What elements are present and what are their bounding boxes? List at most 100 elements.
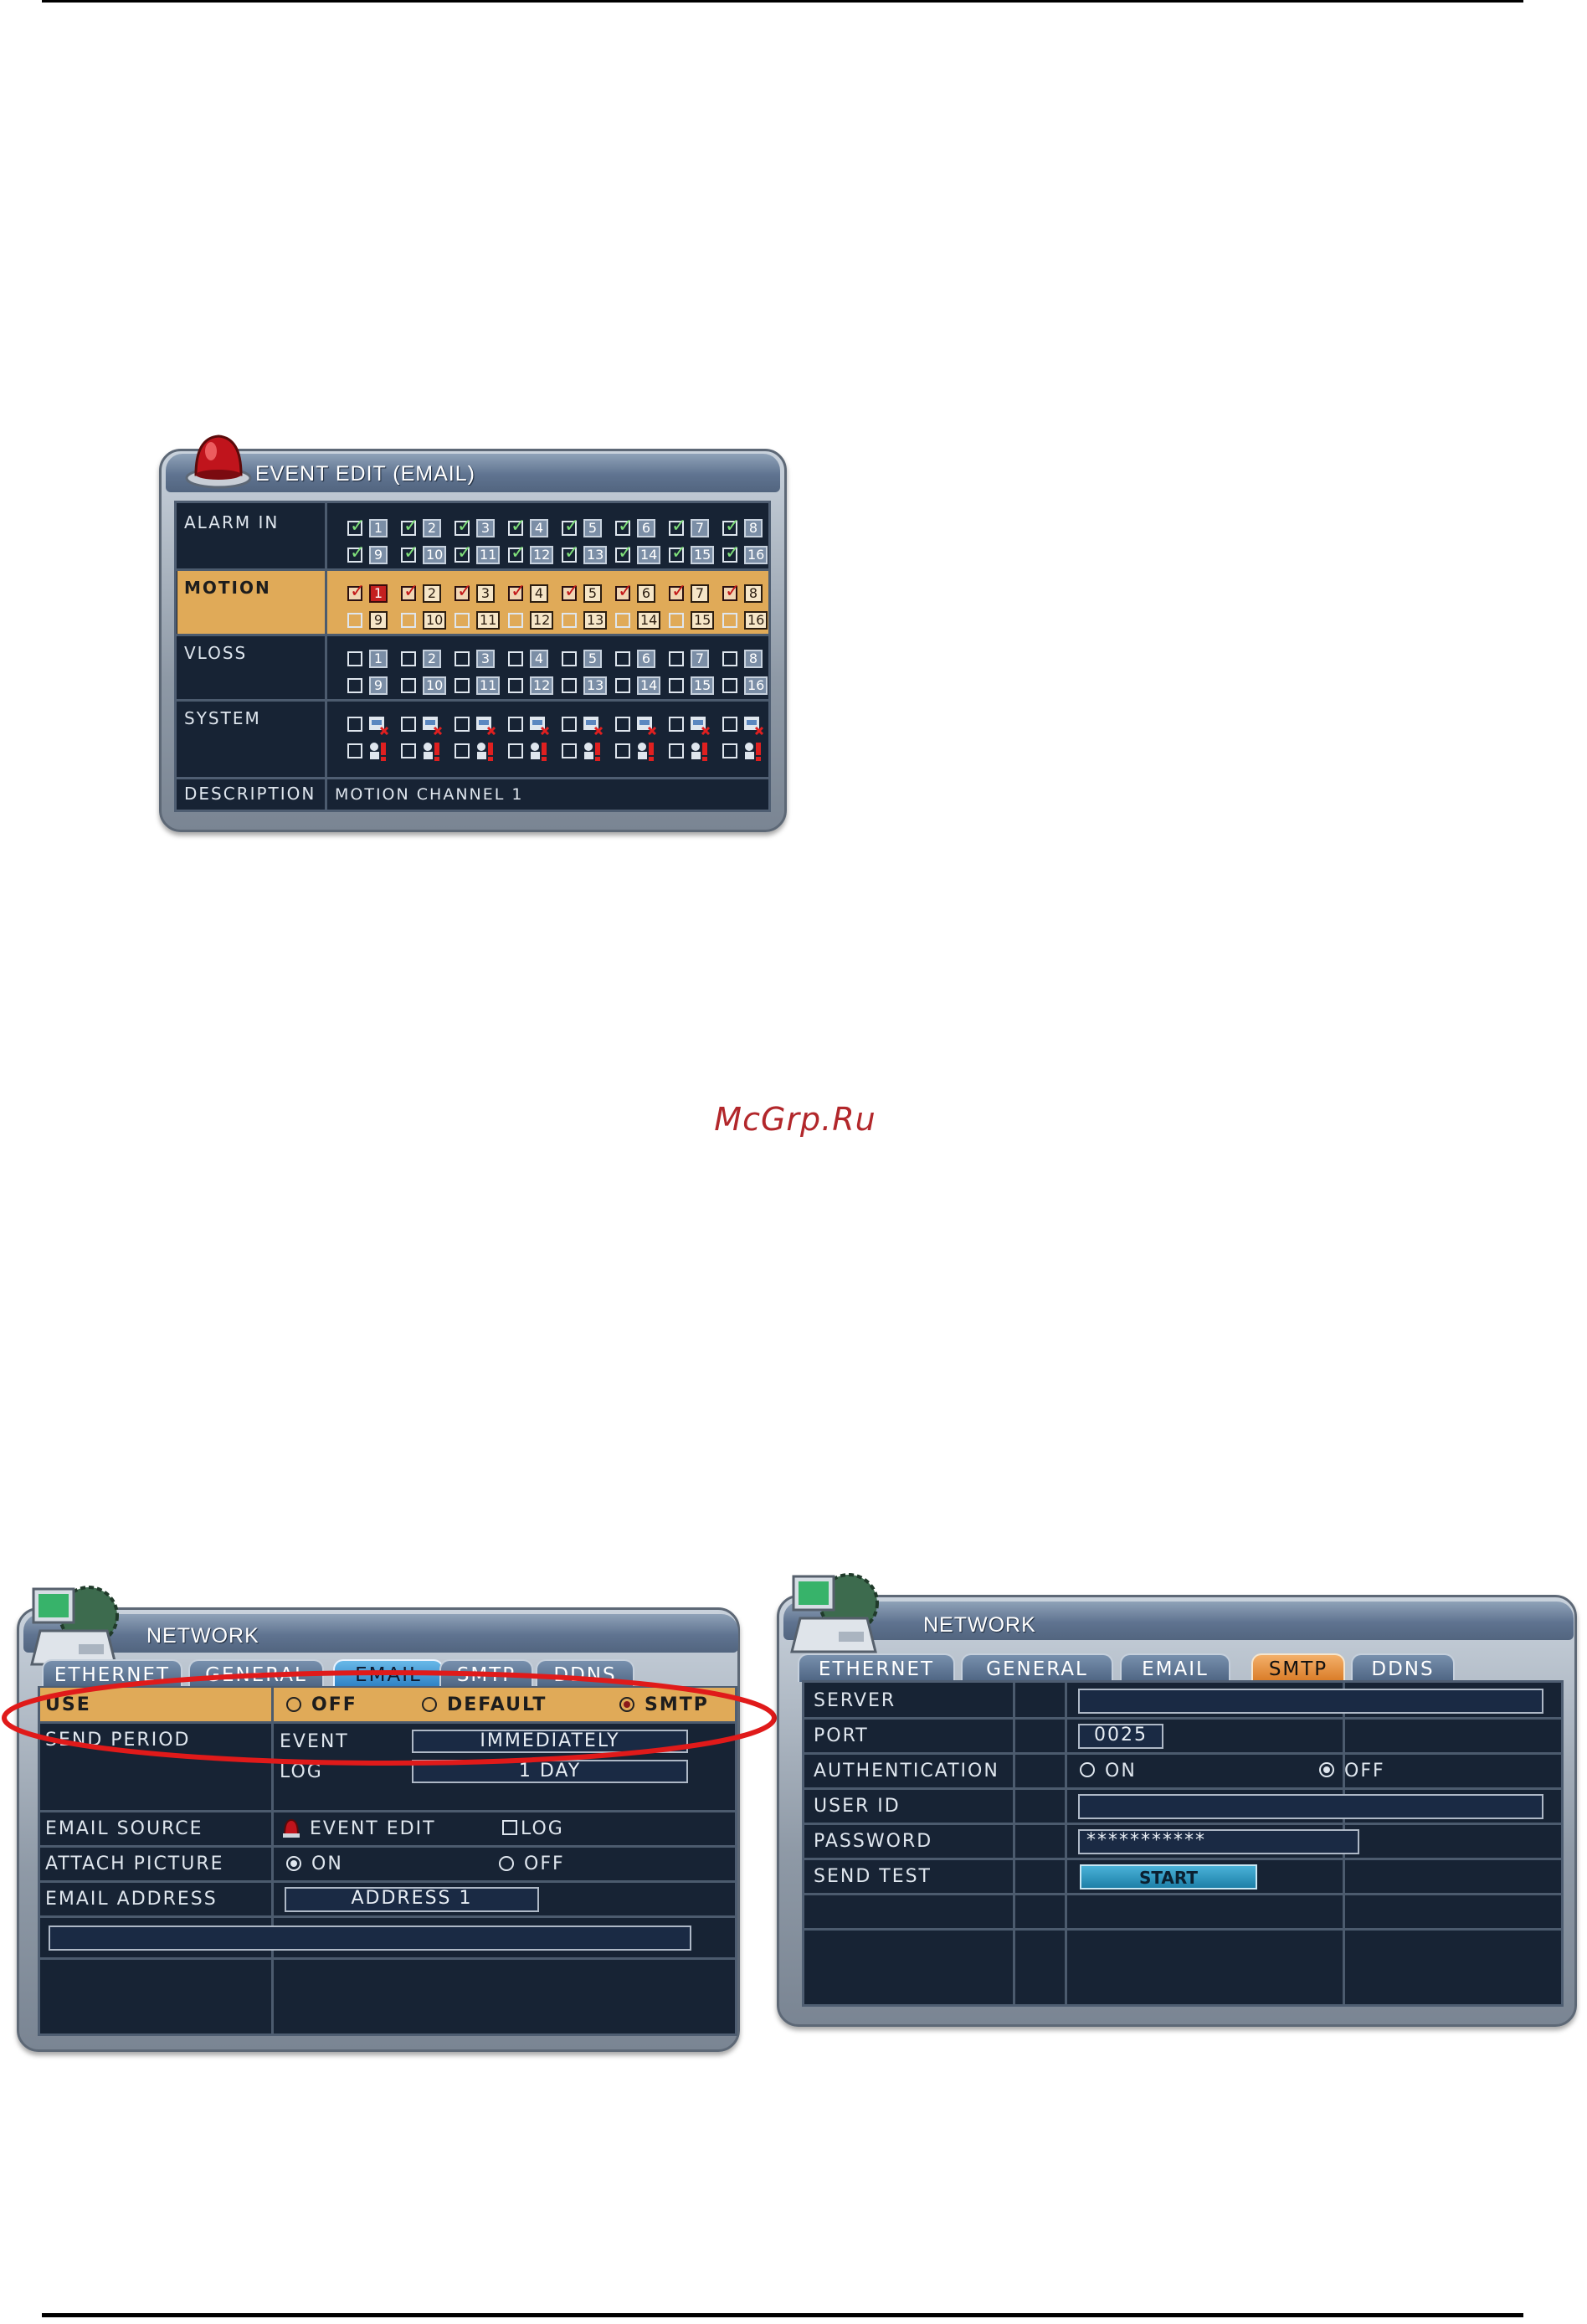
channel-checkbox[interactable]	[722, 743, 737, 758]
channel-checkbox[interactable]	[615, 542, 633, 563]
channel-checkbox[interactable]	[562, 717, 577, 732]
alert-error-icon	[367, 740, 389, 762]
password-input[interactable]: ***********	[1078, 1829, 1359, 1854]
event-edit-window: EVENT EDIT (EMAIL) ALARM IN MOTION VLOSS…	[159, 419, 787, 837]
attach-on-radio[interactable]	[286, 1856, 301, 1871]
channel-checkbox[interactable]	[401, 516, 419, 537]
alert-error-icon	[689, 740, 711, 762]
channel-checkbox[interactable]	[455, 717, 470, 732]
channel-number: 5	[583, 584, 602, 603]
channel-checkbox[interactable]	[562, 613, 577, 628]
channel-checkbox[interactable]	[455, 651, 470, 666]
channel-checkbox[interactable]	[347, 516, 365, 537]
channel-number: 14	[637, 611, 661, 630]
channel-number: 1	[369, 519, 388, 537]
channel-checkbox[interactable]	[562, 651, 577, 666]
channel-checkbox[interactable]	[347, 743, 362, 758]
tab-ethernet[interactable]: ETHERNET	[798, 1653, 955, 1682]
channel-checkbox[interactable]	[722, 717, 737, 732]
alert-error-icon	[475, 740, 496, 762]
channel-checkbox[interactable]	[455, 678, 470, 693]
channel-checkbox[interactable]	[455, 743, 470, 758]
channel-checkbox[interactable]	[615, 717, 630, 732]
channel-checkbox[interactable]	[669, 678, 684, 693]
channel-checkbox[interactable]	[401, 651, 416, 666]
channel-checkbox[interactable]	[615, 581, 633, 602]
channel-checkbox[interactable]	[455, 581, 472, 602]
channel-checkbox[interactable]	[669, 516, 686, 537]
auth-on-label: ON	[1105, 1761, 1137, 1782]
channel-checkbox[interactable]	[347, 651, 362, 666]
tab-smtp[interactable]: SMTP	[1251, 1653, 1345, 1682]
email-source-log-checkbox[interactable]	[502, 1820, 517, 1835]
port-input[interactable]: 0025	[1078, 1724, 1163, 1749]
start-button[interactable]: START	[1080, 1864, 1257, 1890]
channel-checkbox[interactable]	[615, 613, 630, 628]
email-address-select[interactable]: ADDRESS 1	[285, 1887, 539, 1912]
channel-checkbox[interactable]	[508, 717, 523, 732]
channel-checkbox[interactable]	[722, 651, 737, 666]
channel-checkbox[interactable]	[455, 542, 472, 563]
channel-checkbox[interactable]	[562, 743, 577, 758]
channel-checkbox[interactable]	[508, 678, 523, 693]
email-address-label: EMAIL ADDRESS	[45, 1889, 218, 1910]
channel-checkbox[interactable]	[455, 613, 470, 628]
channel-checkbox[interactable]	[615, 743, 630, 758]
channel-checkbox[interactable]	[347, 717, 362, 732]
tab-ddns[interactable]: DDNS	[1351, 1653, 1455, 1682]
fan-error-icon	[475, 713, 496, 736]
auth-off-radio[interactable]	[1319, 1762, 1334, 1777]
channel-checkbox[interactable]	[347, 613, 362, 628]
channel-checkbox[interactable]	[401, 678, 416, 693]
channel-checkbox[interactable]	[401, 743, 416, 758]
tab-general[interactable]: GENERAL	[961, 1653, 1113, 1682]
channel-checkbox[interactable]	[508, 743, 523, 758]
channel-checkbox[interactable]	[401, 717, 416, 732]
channel-number: 2	[423, 519, 441, 537]
channel-checkbox[interactable]	[722, 613, 737, 628]
channel-checkbox[interactable]	[615, 516, 633, 537]
attach-off-label: OFF	[524, 1854, 565, 1874]
network-computer-icon	[790, 1573, 879, 1653]
channel-checkbox[interactable]	[562, 581, 579, 602]
channel-checkbox[interactable]	[669, 743, 684, 758]
channel-checkbox[interactable]	[562, 516, 579, 537]
channel-checkbox[interactable]	[615, 678, 630, 693]
tab-email[interactable]: EMAIL	[1120, 1653, 1230, 1682]
channel-checkbox[interactable]	[722, 542, 740, 563]
channel-checkbox[interactable]	[722, 678, 737, 693]
channel-checkbox[interactable]	[562, 542, 579, 563]
event-edit-title: EVENT EDIT (EMAIL)	[255, 462, 475, 486]
email-source-label: EMAIL SOURCE	[45, 1818, 203, 1839]
channel-checkbox[interactable]	[562, 678, 577, 693]
channel-checkbox[interactable]	[508, 613, 523, 628]
channel-checkbox[interactable]	[615, 651, 630, 666]
channel-number: 7	[691, 650, 709, 668]
attach-off-radio[interactable]	[499, 1856, 514, 1871]
channel-checkbox[interactable]	[401, 542, 419, 563]
channel-checkbox[interactable]	[508, 542, 526, 563]
channel-checkbox[interactable]	[455, 516, 472, 537]
plug-error-icon	[582, 713, 603, 736]
channel-number: 10	[423, 676, 447, 695]
channel-checkbox[interactable]	[669, 613, 684, 628]
channel-checkbox[interactable]	[508, 516, 526, 537]
channel-checkbox[interactable]	[347, 581, 365, 602]
auth-on-radio[interactable]	[1080, 1762, 1095, 1777]
channel-checkbox[interactable]	[401, 613, 416, 628]
channel-checkbox[interactable]	[669, 651, 684, 666]
user-id-input[interactable]	[1078, 1794, 1543, 1819]
channel-checkbox[interactable]	[722, 581, 740, 602]
channel-checkbox[interactable]	[347, 542, 365, 563]
server-input[interactable]	[1078, 1689, 1543, 1714]
channel-checkbox[interactable]	[347, 678, 362, 693]
channel-checkbox[interactable]	[508, 651, 523, 666]
channel-checkbox[interactable]	[669, 542, 686, 563]
channel-checkbox[interactable]	[722, 516, 740, 537]
channel-checkbox[interactable]	[401, 581, 419, 602]
email-address-input[interactable]	[49, 1926, 691, 1951]
channel-checkbox[interactable]	[669, 581, 686, 602]
channel-checkbox[interactable]	[669, 717, 684, 732]
channel-checkbox[interactable]	[508, 581, 526, 602]
description-value[interactable]: MOTION CHANNEL 1	[335, 785, 523, 804]
